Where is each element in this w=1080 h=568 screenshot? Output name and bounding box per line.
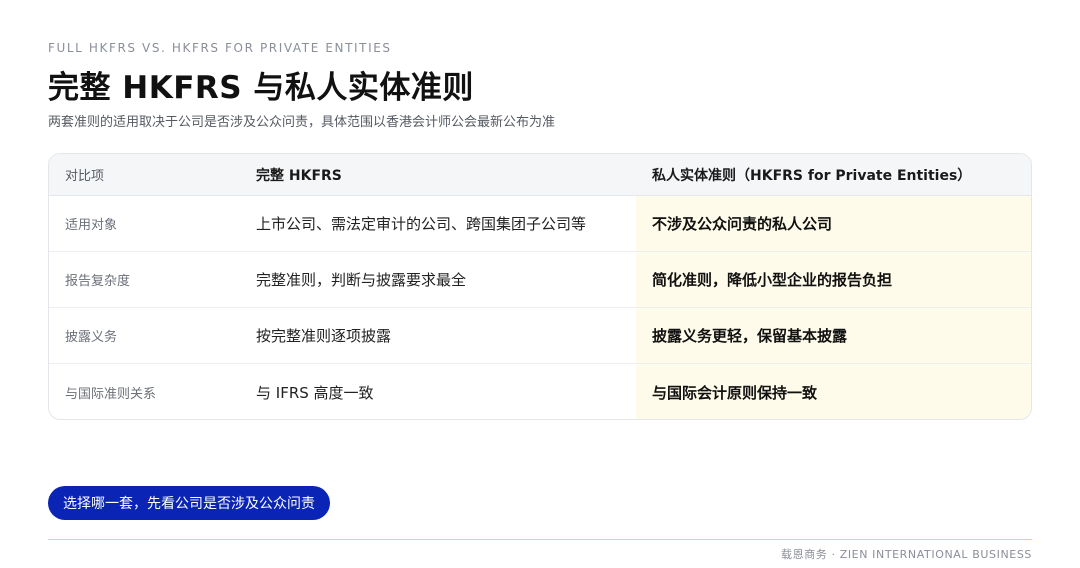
table-row: 适用对象 上市公司、需法定审计的公司、跨国集团子公司等 不涉及公众问责的私人公司 [49, 196, 1031, 252]
private-entities-value: 简化准则，降低小型企业的报告负担 [636, 252, 1031, 307]
page-subtitle: 两套准则的适用取决于公司是否涉及公众问责，具体范围以香港会计师公会最新公布为准 [48, 115, 556, 130]
header-cell-item: 对比项 [65, 169, 105, 184]
row-label: 适用对象 [65, 218, 118, 233]
comparison-table: 对比项 完整 HKFRS 私人实体准则（HKFRS for Private En… [48, 153, 1032, 420]
private-entities-value: 不涉及公众问责的私人公司 [636, 196, 1031, 251]
table-row: 与国际准则关系 与 IFRS 高度一致 与国际会计原则保持一致 [49, 364, 1031, 419]
header-cell-private-entities: 私人实体准则（HKFRS for Private Entities） [652, 167, 972, 184]
header-cell-full-hkfrs: 完整 HKFRS [256, 167, 342, 184]
private-entities-value: 披露义务更轻，保留基本披露 [636, 308, 1031, 363]
eyebrow-label: FULL HKFRS VS. HKFRS FOR PRIVATE ENTITIE… [48, 41, 392, 55]
row-label: 报告复杂度 [65, 274, 131, 289]
table-header-row: 对比项 完整 HKFRS 私人实体准则（HKFRS for Private En… [49, 154, 1031, 196]
row-label: 披露义务 [65, 330, 118, 345]
private-entities-value: 与国际会计原则保持一致 [636, 364, 1031, 419]
footer-divider [48, 539, 1032, 540]
full-hkfrs-value: 完整准则，判断与披露要求最全 [256, 271, 467, 289]
table-row: 报告复杂度 完整准则，判断与披露要求最全 简化准则，降低小型企业的报告负担 [49, 252, 1031, 308]
footer-brand: 载恩商务 · ZIEN INTERNATIONAL BUSINESS [781, 548, 1032, 561]
table-row: 披露义务 按完整准则逐项披露 披露义务更轻，保留基本披露 [49, 308, 1031, 364]
callout-pill: 选择哪一套，先看公司是否涉及公众问责 [48, 486, 330, 520]
full-hkfrs-value: 按完整准则逐项披露 [256, 327, 392, 345]
full-hkfrs-value: 上市公司、需法定审计的公司、跨国集团子公司等 [256, 215, 587, 233]
page-title: 完整 HKFRS 与私人实体准则 [48, 70, 474, 106]
row-label: 与国际准则关系 [65, 386, 157, 402]
full-hkfrs-value: 与 IFRS 高度一致 [256, 383, 374, 402]
